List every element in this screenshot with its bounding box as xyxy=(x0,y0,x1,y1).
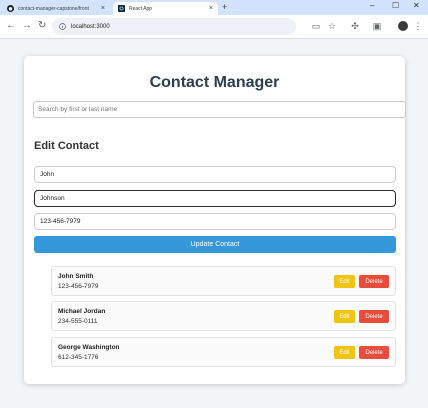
browser-toolbar: ← → ↻ localhost:3000 ▭ ☆ ✣ ▣ ⋮ xyxy=(0,15,428,39)
page-viewport: Contact Manager Edit Contact Update Cont… xyxy=(0,40,428,408)
contact-item: Michael Jordan 234-555-0111 Edit Delete xyxy=(51,301,396,331)
last-name-field[interactable] xyxy=(34,190,396,207)
minimize-icon[interactable]: – xyxy=(370,1,374,10)
reload-icon[interactable]: ↻ xyxy=(38,20,46,32)
delete-button[interactable]: Delete xyxy=(359,275,389,288)
phone-field[interactable] xyxy=(34,213,396,230)
contact-item: George Washington 612-345-1776 Edit Dele… xyxy=(51,337,396,367)
maximize-icon[interactable]: ☐ xyxy=(392,1,399,10)
new-tab-icon[interactable]: + xyxy=(222,2,227,12)
react-icon xyxy=(118,5,125,12)
address-bar[interactable]: localhost:3000 xyxy=(52,18,296,35)
browser-tab-active[interactable]: React App × xyxy=(113,2,218,15)
contact-name: George Washington xyxy=(58,344,120,351)
bookmark-star-icon[interactable]: ☆ xyxy=(326,20,338,32)
close-tab-icon[interactable]: × xyxy=(209,5,213,12)
url-text: localhost:3000 xyxy=(71,23,110,30)
edit-button[interactable]: Edit xyxy=(334,310,355,323)
side-panel-icon[interactable]: ▣ xyxy=(371,20,383,32)
profile-avatar[interactable] xyxy=(398,21,408,31)
browser-tab[interactable]: contact-manager-capstone/front × xyxy=(2,2,110,15)
form-heading: Edit Contact xyxy=(34,140,99,152)
close-tab-icon[interactable]: × xyxy=(101,5,105,12)
back-icon[interactable]: ← xyxy=(6,20,16,32)
delete-button[interactable]: Delete xyxy=(359,346,389,359)
site-info-icon[interactable] xyxy=(59,23,66,30)
forward-icon[interactable]: → xyxy=(22,20,32,32)
edit-button[interactable]: Edit xyxy=(334,275,355,288)
contact-phone: 612-345-1776 xyxy=(58,354,99,361)
window-close-icon[interactable]: ✕ xyxy=(413,1,420,10)
contact-manager-card: Contact Manager Edit Contact Update Cont… xyxy=(24,56,406,384)
browser-tab-title: contact-manager-capstone/front xyxy=(18,5,89,12)
github-icon xyxy=(7,5,14,12)
first-name-field[interactable] xyxy=(34,166,396,183)
page-title: Contact Manager xyxy=(149,74,280,91)
contact-name: Michael Jordan xyxy=(58,308,106,315)
contact-phone: 234-555-0111 xyxy=(58,318,98,325)
extensions-icon[interactable]: ✣ xyxy=(349,20,361,32)
update-contact-button[interactable]: Update Contact xyxy=(34,236,396,253)
browser-tab-title: React App xyxy=(129,5,153,12)
browser-tab-strip: contact-manager-capstone/front × React A… xyxy=(0,0,428,15)
menu-icon[interactable]: ⋮ xyxy=(412,20,424,32)
contact-name: John Smith xyxy=(58,273,94,280)
search-input[interactable] xyxy=(33,101,406,118)
contact-phone: 123-456-7979 xyxy=(58,283,99,290)
delete-button[interactable]: Delete xyxy=(359,310,389,323)
edit-button[interactable]: Edit xyxy=(334,346,355,359)
contact-item: John Smith 123-456-7979 Edit Delete xyxy=(51,266,396,296)
cast-icon[interactable]: ▭ xyxy=(310,20,322,32)
